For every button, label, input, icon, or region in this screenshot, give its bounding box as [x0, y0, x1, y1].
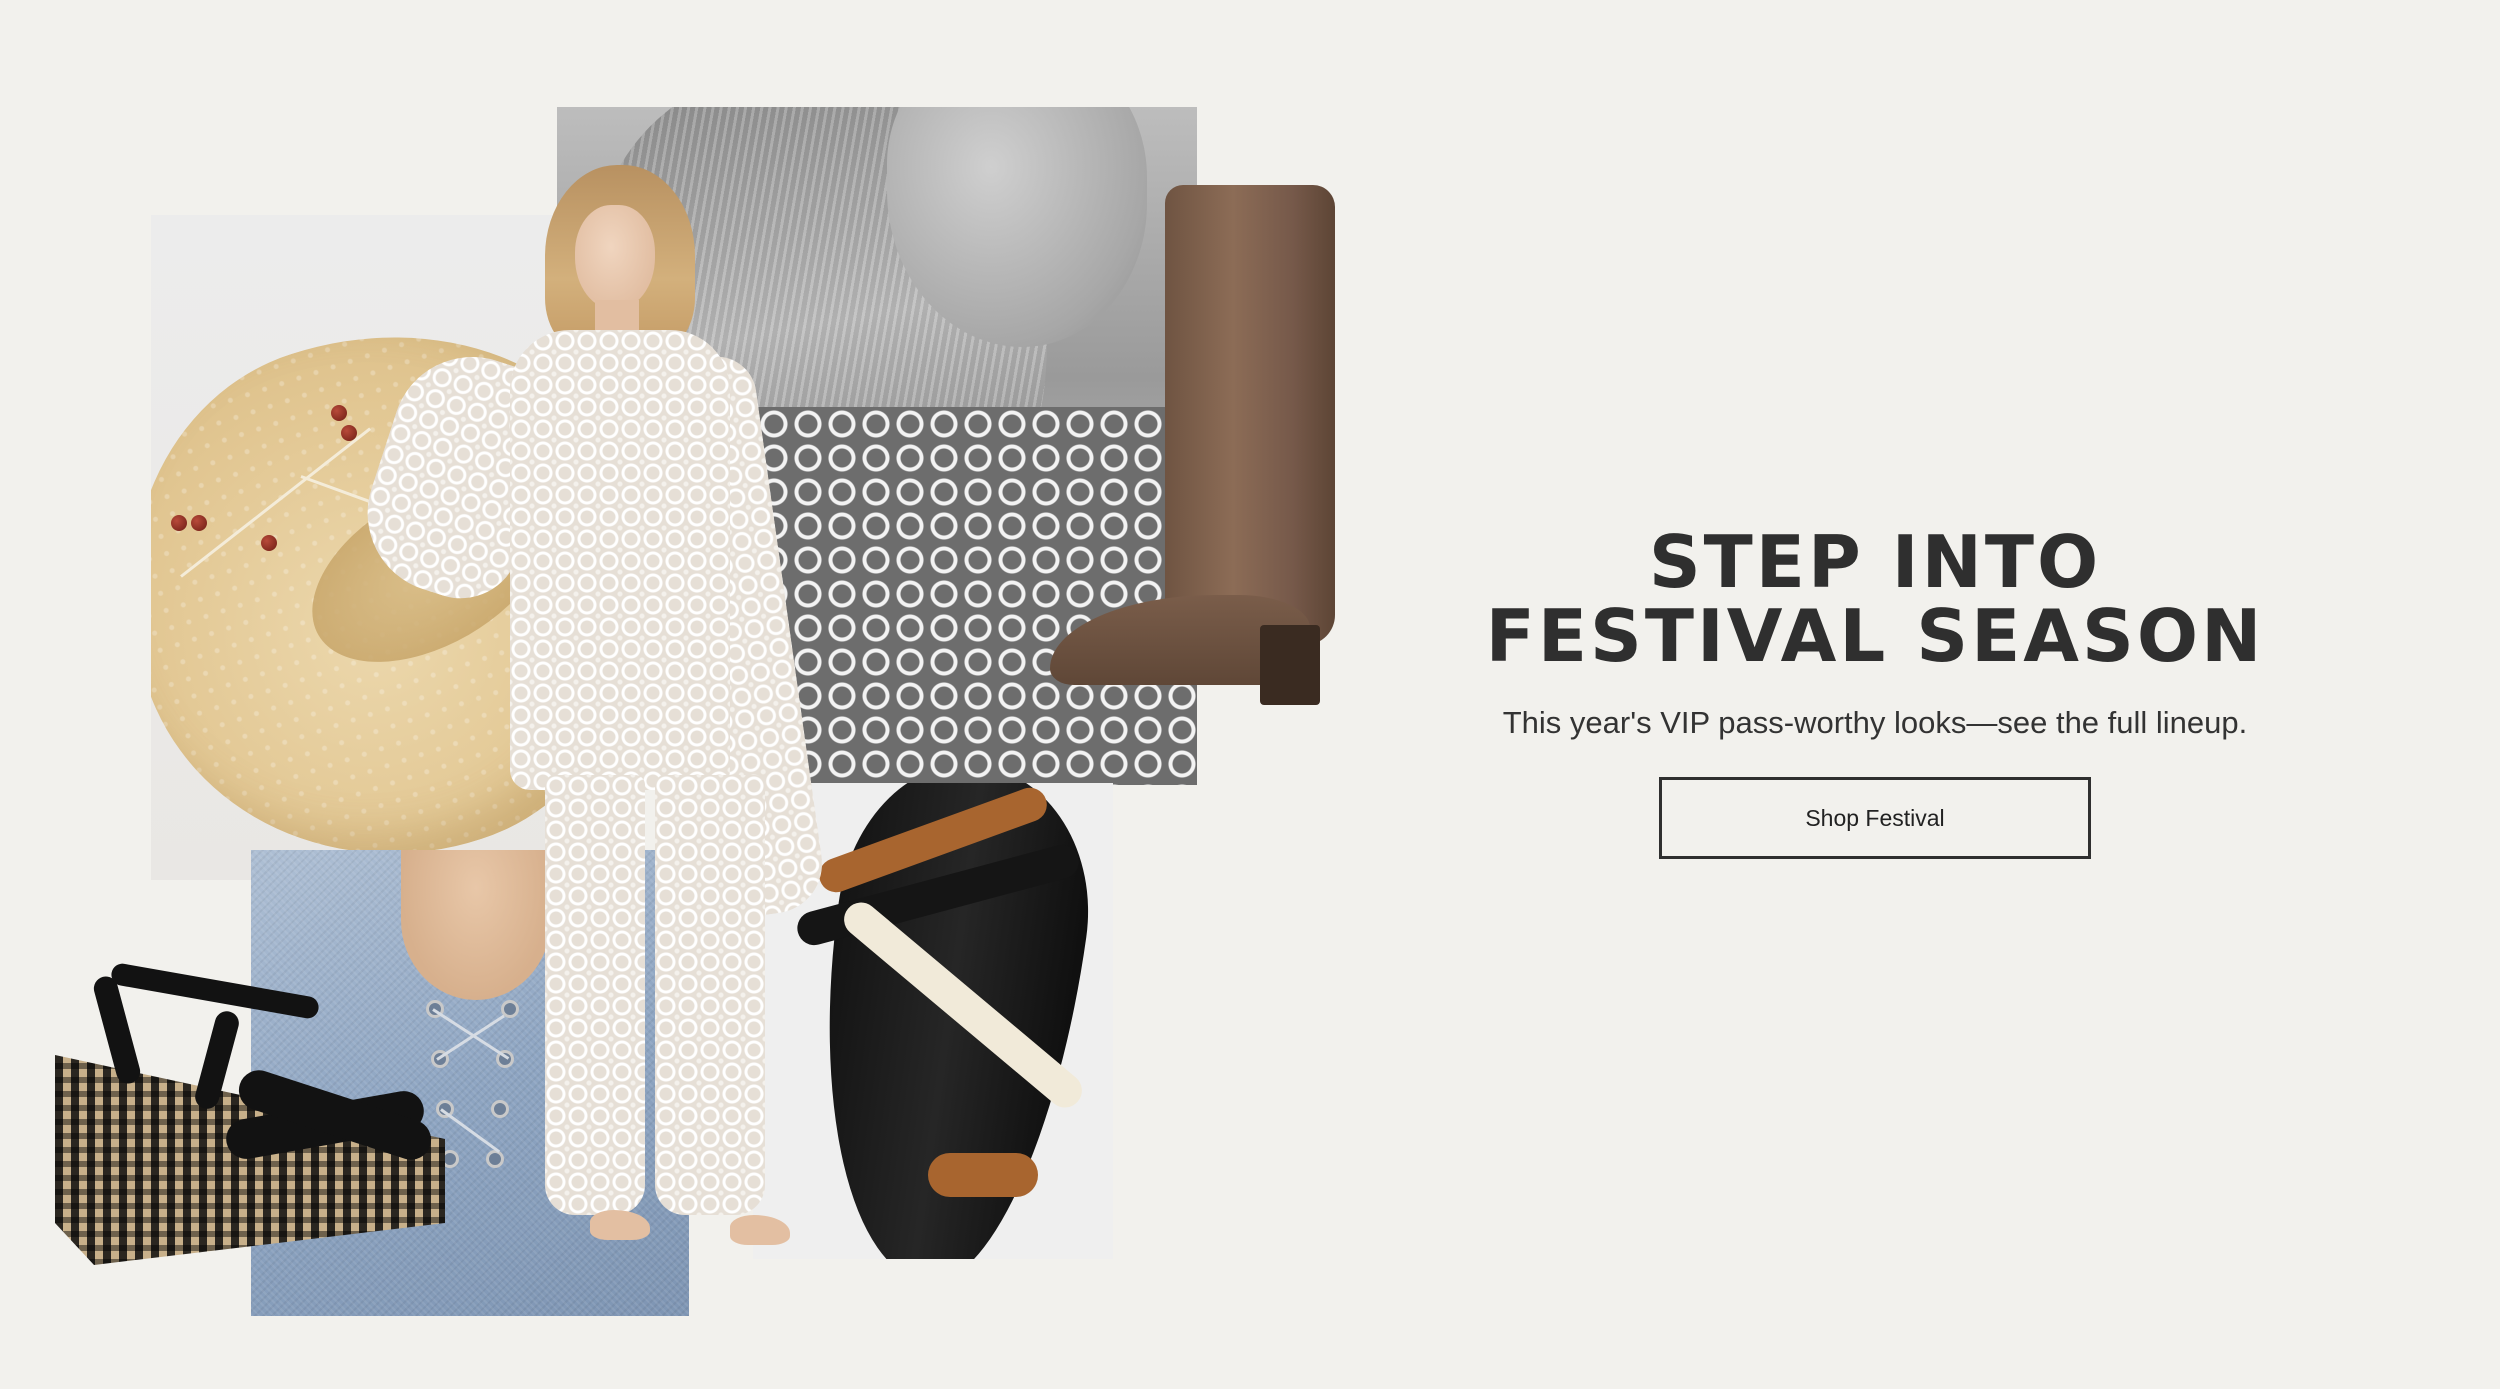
toe-loop-strap — [928, 1153, 1038, 1197]
model-crochet-top — [510, 330, 730, 790]
hero-headline: STEP INTO FESTIVAL SEASON — [1380, 525, 2370, 673]
boot-heel — [1260, 625, 1320, 705]
headline-line-2: FESTIVAL SEASON — [1485, 594, 2265, 678]
hero-subheadline: This year's VIP pass-worthy looks—see th… — [1502, 705, 2248, 740]
festival-hero-banner: STEP INTO FESTIVAL SEASON This year's VI… — [0, 0, 2500, 1389]
wedge-sandal-image[interactable] — [55, 955, 455, 1275]
model-left-foot — [590, 1210, 650, 1240]
model-left-pant-leg — [545, 775, 645, 1215]
product-collage[interactable] — [0, 0, 1400, 1389]
model-right-pant-leg — [655, 775, 765, 1215]
wooden-bead — [261, 535, 277, 551]
wooden-bead — [341, 425, 357, 441]
model-right-foot — [730, 1215, 790, 1245]
wooden-bead — [191, 515, 207, 531]
headline-line-1: STEP INTO — [1648, 520, 2102, 604]
wooden-bead — [171, 515, 187, 531]
wooden-bead — [331, 405, 347, 421]
shop-festival-button[interactable]: Shop Festival — [1659, 777, 2091, 859]
slouch-boot-image[interactable] — [1050, 185, 1350, 705]
ankle-strap-band — [109, 961, 321, 1021]
boot-shaft — [1165, 185, 1335, 645]
model-face — [575, 205, 655, 310]
hero-copy: STEP INTO FESTIVAL SEASON This year's VI… — [1380, 525, 2370, 859]
